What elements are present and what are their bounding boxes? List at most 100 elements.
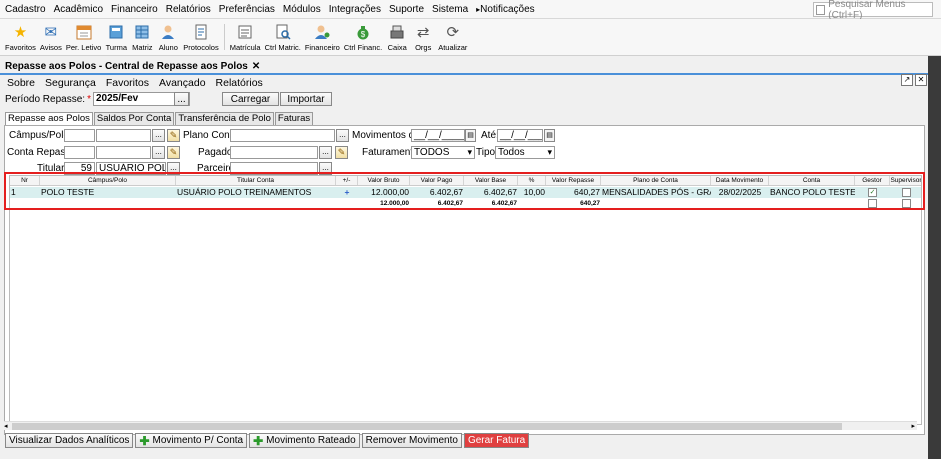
- menu-seguranca[interactable]: Segurança: [45, 77, 96, 89]
- menu-search-input[interactable]: Pesquisar Menus (Ctrl+F): [813, 0, 933, 21]
- toolbar-per-letivo[interactable]: Per. Letivo: [64, 19, 103, 55]
- plano-lookup-button[interactable]: ...: [336, 129, 349, 142]
- menu-cadastro[interactable]: Cadastro: [5, 4, 46, 15]
- col-plusminus[interactable]: +/-: [336, 176, 358, 185]
- col-valor-pago[interactable]: Valor Pago: [410, 176, 464, 185]
- faturamento-select[interactable]: TODOS: [411, 146, 475, 159]
- plano-code-input[interactable]: [230, 129, 335, 142]
- supervisor-total-checkbox[interactable]: [902, 199, 911, 208]
- carregar-button[interactable]: Carregar: [222, 92, 279, 106]
- col-titular[interactable]: Titular Conta: [176, 176, 336, 185]
- menu-suporte[interactable]: Suporte: [389, 4, 424, 15]
- menu-relatorios-window[interactable]: Relatórios: [216, 77, 263, 89]
- periodo-lookup-button[interactable]: ...: [174, 92, 189, 106]
- parceiro-lookup-button[interactable]: ...: [319, 162, 332, 175]
- supervisor-checkbox[interactable]: [902, 188, 911, 198]
- repasse-grid[interactable]: Nr Câmpus/Polo Titular Conta +/- Valor B…: [9, 175, 922, 425]
- importar-button[interactable]: Importar: [280, 92, 332, 106]
- popout-icon[interactable]: ↗: [901, 74, 913, 86]
- total-valor-pago: 6.402,67: [437, 200, 463, 207]
- scroll-right-icon[interactable]: ▸: [911, 422, 915, 431]
- toolbar-matriz[interactable]: Matriz: [129, 19, 155, 55]
- toolbar-protocolos[interactable]: Protocolos: [181, 19, 220, 55]
- toolbar-favoritos[interactable]: ★ Favoritos: [3, 19, 38, 55]
- tab-transferencia-polo[interactable]: Transferência de Polo: [175, 112, 274, 125]
- toolbar-orgs[interactable]: ⇄ Orgs: [410, 19, 436, 55]
- conta-name-input[interactable]: [96, 146, 151, 159]
- scroll-left-icon[interactable]: ◂: [4, 422, 8, 431]
- menu-sistema[interactable]: Sistema: [432, 4, 468, 15]
- titular-code-input[interactable]: 59: [64, 162, 95, 175]
- col-supervisor[interactable]: Supervisor: [890, 176, 921, 185]
- parceiro-code-input[interactable]: [230, 162, 318, 175]
- close-window-icon[interactable]: ✕: [915, 74, 927, 86]
- close-icon[interactable]: ✕: [252, 61, 260, 72]
- calendar-icon[interactable]: ▤: [544, 129, 555, 142]
- conta-code-input[interactable]: [64, 146, 95, 159]
- gestor-total-checkbox[interactable]: [868, 199, 877, 208]
- col-valor-bruto[interactable]: Valor Bruto: [358, 176, 410, 185]
- campus-name-input[interactable]: [96, 129, 151, 142]
- tipo-select[interactable]: Todos: [495, 146, 555, 159]
- col-valor-repasse[interactable]: Valor Repasse: [546, 176, 601, 185]
- col-conta[interactable]: Conta: [769, 176, 855, 185]
- horizontal-scrollbar[interactable]: ◂ ▸: [4, 421, 917, 430]
- col-pct[interactable]: %: [518, 176, 546, 185]
- col-nr[interactable]: Nr: [10, 176, 40, 185]
- conta-edit-icon[interactable]: ✎: [167, 146, 180, 159]
- toolbar-ctrl-financ[interactable]: $ Ctrl Financ.: [342, 19, 384, 55]
- pagador-code-input[interactable]: [230, 146, 318, 159]
- tab-faturas[interactable]: Faturas: [274, 112, 314, 125]
- movimentos-date-input[interactable]: __/__/____: [411, 129, 465, 142]
- toolbar-matricula[interactable]: Matrícula: [228, 19, 263, 55]
- tab-saldos-conta[interactable]: Saldos Por Conta: [93, 112, 175, 125]
- campus-lookup-button[interactable]: ...: [152, 129, 165, 142]
- campus-code-input[interactable]: [64, 129, 95, 142]
- tab-strip: Repasse aos Polos Saldos Por Conta Trans…: [5, 112, 314, 125]
- cash-register-icon: [387, 23, 407, 41]
- conta-lookup-button[interactable]: ...: [152, 146, 165, 159]
- scrollbar-thumb[interactable]: [12, 423, 842, 430]
- movimento-rateado-button[interactable]: ✚ Movimento Rateado: [249, 433, 360, 448]
- gerar-fatura-button[interactable]: Gerar Fatura: [463, 433, 530, 448]
- menu-avancado[interactable]: Avançado: [159, 77, 206, 89]
- menu-sobre[interactable]: Sobre: [7, 77, 35, 89]
- tab-repasse-polos[interactable]: Repasse aos Polos: [5, 112, 93, 125]
- search-checkbox[interactable]: [816, 4, 826, 15]
- titular-lookup-button[interactable]: ...: [167, 162, 180, 175]
- toolbar-avisos[interactable]: ✉ Avisos: [38, 19, 64, 55]
- titular-name-input[interactable]: USUÁRIO POLO TR: [96, 162, 166, 175]
- document-tab[interactable]: Repasse aos Polos - Central de Repasse a…: [0, 59, 941, 75]
- menu-favoritos[interactable]: Favoritos: [106, 77, 149, 89]
- menu-relatorios[interactable]: Relatórios: [166, 4, 211, 15]
- visualizar-analiticos-button[interactable]: Visualizar Dados Analíticos: [5, 433, 134, 448]
- menu-modulos[interactable]: Módulos: [283, 4, 321, 15]
- cell-valor-repasse: 640,27: [574, 187, 600, 197]
- toolbar-turma[interactable]: Turma: [103, 19, 129, 55]
- col-plano[interactable]: Plano de Conta: [601, 176, 711, 185]
- toolbar-caixa[interactable]: Caixa: [384, 19, 410, 55]
- col-valor-base[interactable]: Valor Base: [464, 176, 518, 185]
- ate-date-input[interactable]: __/__/____: [497, 129, 543, 142]
- toolbar-financeiro[interactable]: Financeiro: [303, 19, 342, 55]
- menu-preferencias[interactable]: Preferências: [219, 4, 275, 15]
- col-campus[interactable]: Câmpus/Polo: [40, 176, 176, 185]
- toolbar-aluno[interactable]: Aluno: [155, 19, 181, 55]
- menu-academico[interactable]: Acadêmico: [54, 4, 103, 15]
- cell-plusminus[interactable]: +: [336, 187, 358, 198]
- table-row[interactable]: 1 POLO TESTE USUÁRIO POLO TREINAMENTOS +…: [10, 187, 921, 198]
- col-data[interactable]: Data Movimento: [711, 176, 769, 185]
- calendar-icon[interactable]: ▤: [465, 129, 476, 142]
- pagador-edit-icon[interactable]: ✎: [335, 146, 348, 159]
- menu-integracoes[interactable]: Integrações: [329, 4, 381, 15]
- movimento-conta-button[interactable]: ✚ Movimento P/ Conta: [135, 433, 248, 448]
- campus-edit-icon[interactable]: ✎: [167, 129, 180, 142]
- pagador-lookup-button[interactable]: ...: [319, 146, 332, 159]
- toolbar-ctrl-matric[interactable]: Ctrl Matric.: [263, 19, 303, 55]
- remover-movimento-button[interactable]: Remover Movimento: [361, 433, 462, 448]
- toolbar-atualizar[interactable]: ⟳ Atualizar: [436, 19, 469, 55]
- menu-notificacoes[interactable]: Notificações: [476, 4, 534, 15]
- col-gestor[interactable]: Gestor: [855, 176, 890, 185]
- gestor-checkbox[interactable]: ✓: [868, 188, 877, 198]
- menu-financeiro[interactable]: Financeiro: [111, 4, 158, 15]
